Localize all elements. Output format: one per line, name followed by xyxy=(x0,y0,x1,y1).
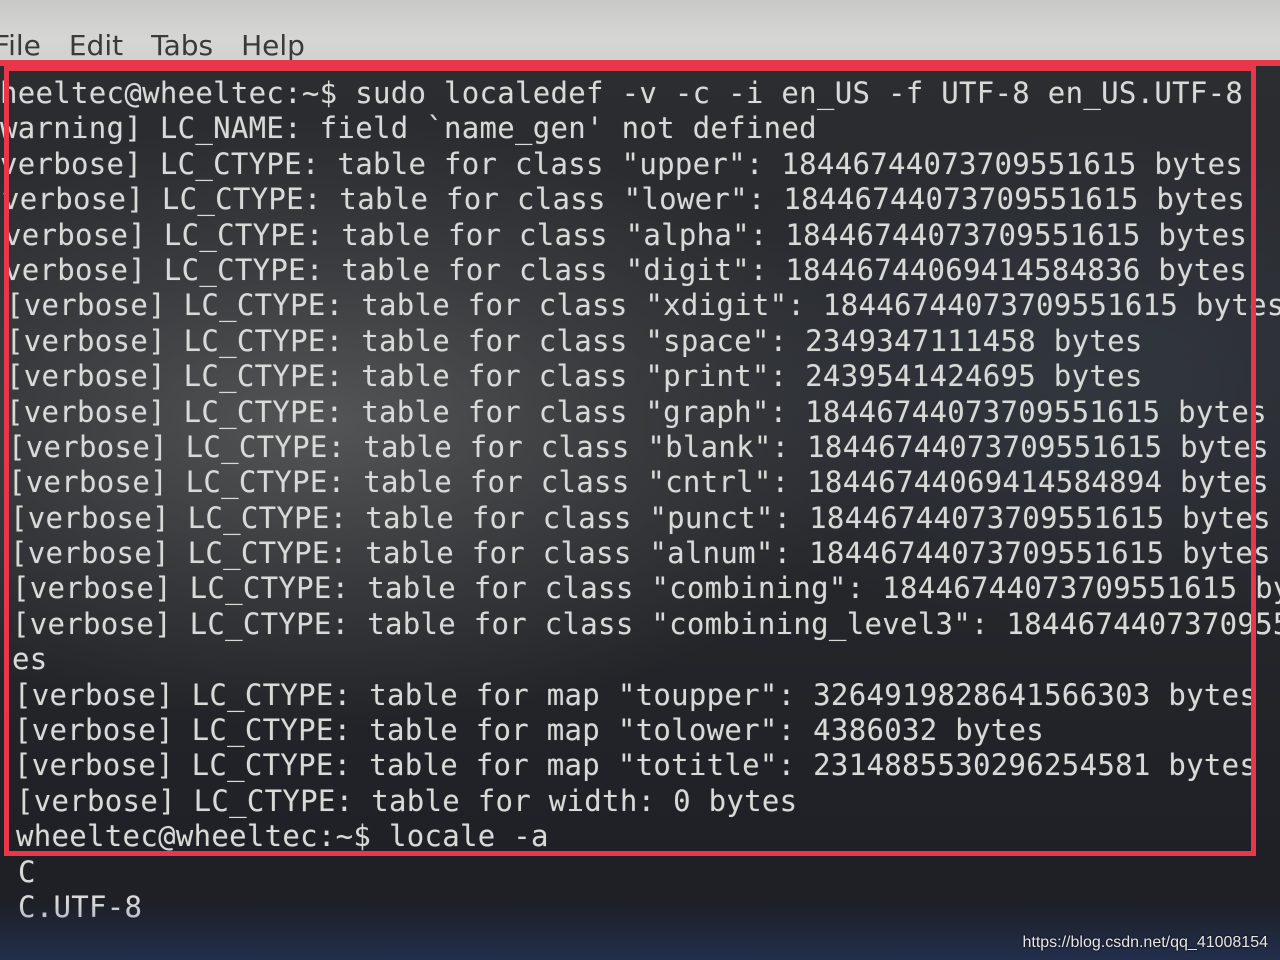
terminal-line: verbose] LC_CTYPE: table for class "uppe… xyxy=(0,146,1244,181)
terminal-line: [verbose] LC_CTYPE: table for map "totit… xyxy=(14,748,1258,783)
terminal-line: [verbose] LC_CTYPE: table for map "tolow… xyxy=(14,713,1045,748)
terminal-line: C xyxy=(18,854,36,889)
menu-edit[interactable]: Edit xyxy=(69,32,123,60)
terminal-line: [verbose] LC_CTYPE: table for class "spa… xyxy=(6,323,1143,358)
menu-help[interactable]: Help xyxy=(241,32,305,60)
terminal-line: [verbose] LC_CTYPE: table for class "bla… xyxy=(8,429,1269,464)
terminal-line: [verbose] LC_CTYPE: table for class "aln… xyxy=(10,536,1271,571)
terminal-line: [verbose] LC_CTYPE: table for class "com… xyxy=(12,571,1280,606)
terminal-line: wheeltec@wheeltec:~$ locale -a xyxy=(16,819,549,854)
terminal-line: [verbose] LC_CTYPE: table for class "pri… xyxy=(6,359,1143,394)
terminal-line: [verbose] LC_CTYPE: table for class "cnt… xyxy=(8,465,1269,500)
terminal-lines: heeltec@wheeltec:~$ sudo localedef -v -c… xyxy=(0,76,1280,925)
terminal-line: heeltec@wheeltec:~$ sudo localedef -v -c… xyxy=(0,76,1244,110)
menubar: File Edit Tabs Help xyxy=(0,0,1280,66)
terminal-line: [verbose] LC_CTYPE: table for class "pun… xyxy=(10,500,1271,535)
terminal-line: warning] LC_NAME: field `name_gen' not d… xyxy=(0,111,817,146)
terminal-output[interactable]: heeltec@wheeltec:~$ sudo localedef -v -c… xyxy=(0,66,1280,960)
watermark: https://blog.csdn.net/qq_41008154 xyxy=(1022,934,1268,951)
terminal-line: [verbose] LC_CTYPE: table for width: 0 b… xyxy=(16,783,798,818)
terminal-line: [verbose] LC_CTYPE: table for class "com… xyxy=(12,606,1280,641)
terminal-line: [verbose] LC_CTYPE: table for map "toupp… xyxy=(14,677,1258,712)
terminal-line: verbose] LC_CTYPE: table for class "lowe… xyxy=(2,182,1246,217)
terminal-line: [verbose] LC_CTYPE: table for class "xdi… xyxy=(6,288,1280,323)
menu-file[interactable]: File xyxy=(0,32,41,60)
terminal-line: verbose] LC_CTYPE: table for class "digi… xyxy=(4,252,1248,287)
terminal-line: C.UTF-8 xyxy=(18,889,143,924)
menu-tabs[interactable]: Tabs xyxy=(151,32,213,60)
terminal-line: [verbose] LC_CTYPE: table for class "gra… xyxy=(6,394,1267,429)
terminal-line: verbose] LC_CTYPE: table for class "alph… xyxy=(4,217,1248,252)
terminal-line: es xyxy=(12,642,48,677)
